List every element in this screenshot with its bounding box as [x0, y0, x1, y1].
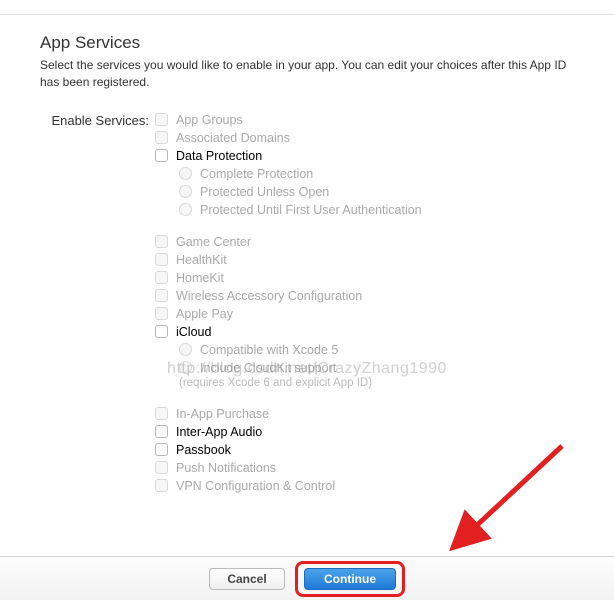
label-wireless-accessory: Wireless Accessory Configuration [176, 289, 362, 303]
label-homekit: HomeKit [176, 271, 224, 285]
service-associated-domains: Associated Domains [155, 131, 574, 145]
label-icloud-xcode5: Compatible with Xcode 5 [200, 343, 338, 357]
checkbox-passbook[interactable] [155, 443, 168, 456]
label-icloud: iCloud [176, 325, 211, 339]
service-icloud-xcode5: Compatible with Xcode 5 [179, 343, 574, 357]
service-icloud-cloudkit: Include CloudKit support [179, 361, 574, 375]
services-list: App Groups Associated Domains Data Prote… [155, 113, 574, 497]
label-dp-unless-open: Protected Unless Open [200, 185, 329, 199]
service-homekit: HomeKit [155, 271, 574, 285]
checkbox-healthkit[interactable] [155, 253, 168, 266]
label-healthkit: HealthKit [176, 253, 227, 267]
label-in-app-purchase: In-App Purchase [176, 407, 269, 421]
label-passbook: Passbook [176, 443, 231, 457]
checkbox-app-groups[interactable] [155, 113, 168, 126]
service-inter-app-audio: Inter-App Audio [155, 425, 574, 439]
checkbox-in-app-purchase[interactable] [155, 407, 168, 420]
service-push-notifications: Push Notifications [155, 461, 574, 475]
service-dp-complete: Complete Protection [179, 167, 574, 181]
service-game-center: Game Center [155, 235, 574, 249]
continue-button[interactable]: Continue [304, 568, 396, 590]
app-services-section: App Services Select the services you wou… [0, 14, 614, 497]
checkbox-icloud[interactable] [155, 325, 168, 338]
service-icloud: iCloud [155, 325, 574, 339]
section-subtitle: Select the services you would like to en… [40, 57, 574, 91]
service-apple-pay: Apple Pay [155, 307, 574, 321]
service-dp-unless-open: Protected Unless Open [179, 185, 574, 199]
footer-bar: Cancel Continue [0, 556, 614, 600]
label-vpn: VPN Configuration & Control [176, 479, 335, 493]
service-dp-first-user: Protected Until First User Authenticatio… [179, 203, 574, 217]
checkbox-inter-app-audio[interactable] [155, 425, 168, 438]
label-push-notifications: Push Notifications [176, 461, 276, 475]
section-title: App Services [40, 33, 574, 53]
service-data-protection: Data Protection [155, 149, 574, 163]
label-data-protection: Data Protection [176, 149, 262, 163]
checkbox-game-center[interactable] [155, 235, 168, 248]
checkbox-wireless-accessory[interactable] [155, 289, 168, 302]
label-apple-pay: Apple Pay [176, 307, 233, 321]
enable-services-label: Enable Services: [40, 113, 155, 128]
label-app-groups: App Groups [176, 113, 243, 127]
checkbox-push-notifications[interactable] [155, 461, 168, 474]
icloud-note: (requires Xcode 6 and explicit App ID) [179, 377, 574, 389]
checkbox-homekit[interactable] [155, 271, 168, 284]
enable-services-row: Enable Services: App Groups Associated D… [40, 113, 574, 497]
label-game-center: Game Center [176, 235, 251, 249]
checkbox-associated-domains[interactable] [155, 131, 168, 144]
continue-highlight-box: Continue [295, 561, 405, 597]
label-dp-first-user: Protected Until First User Authenticatio… [200, 203, 422, 217]
service-app-groups: App Groups [155, 113, 574, 127]
service-wireless-accessory: Wireless Accessory Configuration [155, 289, 574, 303]
label-associated-domains: Associated Domains [176, 131, 290, 145]
service-vpn: VPN Configuration & Control [155, 479, 574, 493]
cancel-button[interactable]: Cancel [209, 568, 285, 590]
radio-icloud-xcode5[interactable] [179, 343, 192, 356]
label-inter-app-audio: Inter-App Audio [176, 425, 262, 439]
label-dp-complete: Complete Protection [200, 167, 313, 181]
radio-dp-unless-open[interactable] [179, 185, 192, 198]
checkbox-apple-pay[interactable] [155, 307, 168, 320]
radio-dp-first-user[interactable] [179, 203, 192, 216]
service-passbook: Passbook [155, 443, 574, 457]
radio-dp-complete[interactable] [179, 167, 192, 180]
label-icloud-cloudkit: Include CloudKit support [200, 361, 336, 375]
radio-icloud-cloudkit[interactable] [179, 361, 192, 374]
checkbox-data-protection[interactable] [155, 149, 168, 162]
service-in-app-purchase: In-App Purchase [155, 407, 574, 421]
service-healthkit: HealthKit [155, 253, 574, 267]
checkbox-vpn[interactable] [155, 479, 168, 492]
